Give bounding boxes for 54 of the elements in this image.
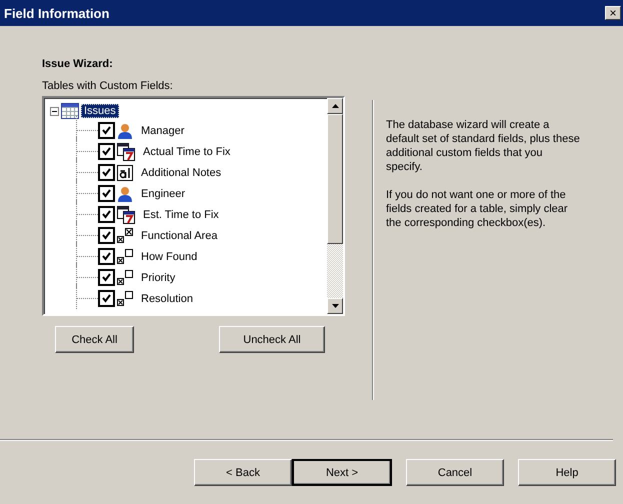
tree-item[interactable]: Est. Time to Fix [143, 208, 219, 220]
collapse-icon[interactable] [50, 106, 59, 116]
checkbox[interactable] [98, 122, 115, 139]
checkbox[interactable] [98, 269, 115, 286]
tree-label: Tables with Custom Fields: [42, 80, 174, 94]
tree-item[interactable]: Manager [141, 124, 184, 136]
list-field-icon [117, 248, 133, 264]
check-icon [101, 230, 112, 241]
checkbox[interactable] [98, 290, 115, 307]
checkbox[interactable] [98, 185, 115, 202]
scrollbar[interactable] [327, 98, 343, 314]
tree-item[interactable]: How Found [141, 250, 198, 262]
tree-action-button[interactable]: Uncheck All [219, 326, 325, 353]
check-icon [101, 251, 112, 262]
tree-item[interactable]: Resolution [141, 292, 193, 304]
checkbox[interactable] [98, 227, 115, 244]
scroll-down-icon[interactable] [332, 304, 338, 308]
description-text: The database wizard will create a default set of standard fields, plus these additional custom fields that you specify. [386, 118, 581, 174]
text-field-icon [117, 164, 133, 180]
tree-item[interactable]: Issues [81, 104, 119, 118]
scroll-up-icon[interactable] [332, 104, 338, 108]
tree-item[interactable]: Functional Area [141, 230, 218, 242]
checkbox[interactable] [98, 206, 115, 223]
wizard-button[interactable]: Cancel [406, 459, 504, 486]
tree-item[interactable]: Additional Notes [141, 166, 222, 178]
checkbox[interactable] [98, 164, 115, 181]
window-title: Field Information [4, 6, 110, 20]
list-field-icon [117, 290, 133, 306]
tree-item[interactable]: Actual Time to Fix [143, 146, 230, 158]
tree-action-button[interactable]: Check All [55, 326, 134, 353]
checkbox[interactable] [98, 248, 115, 265]
checkbox[interactable] [98, 143, 115, 160]
person-icon [117, 186, 133, 202]
check-icon [101, 188, 112, 199]
wizard-button[interactable]: Help [518, 459, 616, 486]
wizard-button[interactable]: Next > [292, 459, 392, 486]
tree-item[interactable]: Priority [141, 272, 176, 284]
wizard-heading: Issue Wizard: [42, 58, 114, 72]
list-field-icon [117, 270, 133, 286]
close-button[interactable]: × [605, 6, 621, 20]
check-icon [101, 272, 112, 283]
check-icon [101, 167, 112, 178]
person-icon [117, 122, 133, 138]
calendar-icon [117, 206, 135, 224]
description-text: If you do not want one or more of the fields created for a table, simply clear the corresponding checkbox(es). [386, 188, 569, 230]
check-icon [101, 209, 112, 220]
list-field-icon [117, 228, 133, 244]
check-icon [101, 293, 112, 304]
table-icon [61, 103, 79, 119]
wizard-button[interactable]: < Back [194, 459, 292, 486]
calendar-icon [117, 142, 135, 160]
check-icon [101, 125, 112, 136]
check-icon [101, 146, 112, 157]
tree-item[interactable]: Engineer [141, 188, 186, 200]
